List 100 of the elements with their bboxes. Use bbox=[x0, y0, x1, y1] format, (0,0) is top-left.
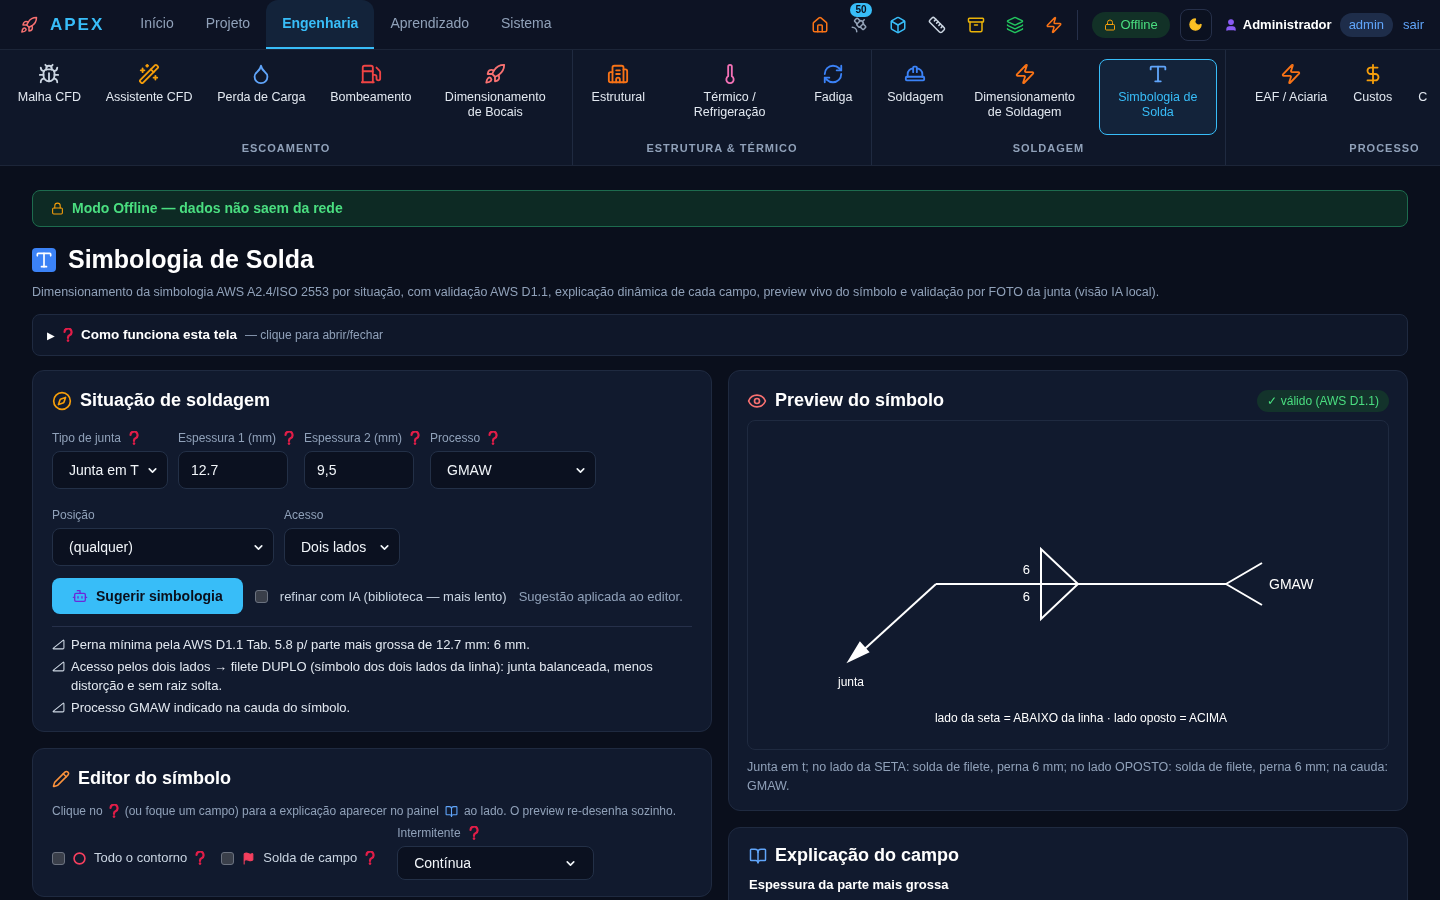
note-text: Acesso pelos dois lados → filete DUPLO (símbolo dos dois lados da linha): junta balanceada, menos distorção e sem raiz solta. bbox=[71, 658, 654, 696]
preview-caption: Junta em t; no lado da SETA: solda de filete, perna 6 mm; no lado OPOSTO: solda de filete, perna 6 mm; na cauda: GMAW. bbox=[747, 759, 1389, 796]
satellite-icon[interactable] bbox=[850, 15, 869, 34]
option-label: Solda de campo bbox=[263, 849, 358, 868]
field-label: Acesso bbox=[284, 507, 324, 525]
rocket-icon bbox=[484, 63, 507, 85]
user-icon bbox=[1223, 17, 1238, 32]
card-title: Editor do símbolo bbox=[78, 767, 231, 791]
field-label: Tipo de junta bbox=[52, 430, 121, 448]
input-field[interactable]: 12.7 bbox=[178, 451, 288, 490]
home-icon[interactable] bbox=[811, 15, 830, 34]
help-icon[interactable] bbox=[365, 851, 376, 865]
module-tile[interactable]: C bbox=[1411, 59, 1435, 135]
checkbox[interactable] bbox=[254, 589, 268, 603]
module-tile[interactable]: Malha CFD bbox=[10, 59, 88, 135]
module-tile[interactable]: Soldagem bbox=[880, 59, 951, 135]
layers-icon[interactable] bbox=[1006, 15, 1025, 34]
help-icon[interactable] bbox=[108, 804, 119, 819]
fuel-pump-icon bbox=[359, 63, 382, 85]
toggle-marker: ▶ bbox=[47, 328, 55, 343]
checkbox-label: refinar com IA (biblioteca — mais lento) bbox=[279, 587, 507, 606]
notification-badge: 50 bbox=[850, 2, 872, 17]
checkbox[interactable] bbox=[221, 851, 235, 865]
note-text: Processo GMAW indicado na cauda do símbolo. bbox=[71, 699, 351, 718]
help-icon[interactable] bbox=[63, 328, 73, 343]
moon-icon bbox=[1188, 17, 1204, 32]
module-tile[interactable]: Térmico / Refrigeração bbox=[663, 59, 796, 135]
refresh-icon bbox=[822, 63, 845, 85]
ruler-icon[interactable] bbox=[928, 15, 947, 34]
group-title: PROCESSO bbox=[1348, 141, 1421, 156]
module-tile[interactable]: Estrutural bbox=[584, 59, 653, 135]
compass-icon bbox=[52, 390, 72, 411]
suggest-button[interactable]: Sugerir simbologia bbox=[52, 578, 243, 615]
triangle-ruler-icon bbox=[52, 638, 65, 652]
select-field[interactable]: Contínua bbox=[397, 846, 595, 881]
wizard-icon bbox=[138, 63, 161, 85]
input-field[interactable]: 9,5 bbox=[304, 451, 415, 490]
hint-text: ao lado. O preview re-desenha sozinho. bbox=[463, 803, 677, 821]
group-title: ESTRUTURA & TÉRMICO bbox=[645, 141, 799, 156]
hint-text: (ou foque um campo) para a explicação aparecer no painel bbox=[124, 803, 439, 821]
nav-tab[interactable]: Engenharia bbox=[266, 0, 375, 49]
lock-icon bbox=[51, 202, 64, 215]
group-title: ESCOAMENTO bbox=[240, 141, 332, 156]
user-name: Administrador bbox=[1242, 15, 1332, 34]
arrow-label: junta bbox=[838, 675, 864, 690]
checkbox[interactable] bbox=[52, 851, 65, 865]
theme-toggle[interactable] bbox=[1179, 8, 1212, 41]
nav-tab[interactable]: Início bbox=[124, 0, 190, 49]
field-label: Processo bbox=[430, 430, 481, 448]
dimension-label: 6 bbox=[1022, 562, 1030, 578]
help-icon[interactable] bbox=[128, 431, 139, 446]
module-tile[interactable]: Fadiga bbox=[807, 59, 860, 135]
lightning-icon[interactable] bbox=[1045, 15, 1064, 34]
select-field[interactable]: Dois lados bbox=[284, 528, 400, 567]
help-icon[interactable] bbox=[284, 431, 295, 446]
page-description: Dimensionamento da simbologia AWS A2.4/ISO 2553 por situação, com validação AWS D1.1, explicação dinâmica de cada campo, preview vivo do símbolo e validação por FOTO da junta (visão IA local). bbox=[32, 283, 1161, 301]
validity-badge: ✓ válido (AWS D1.1) bbox=[1257, 389, 1389, 412]
help-icon[interactable] bbox=[195, 851, 206, 865]
dimension-label: 6 bbox=[1022, 589, 1030, 605]
module-tile[interactable]: Perda de Carga bbox=[210, 59, 313, 135]
select-field[interactable]: Junta em T bbox=[52, 451, 168, 490]
symbols-icon bbox=[32, 247, 56, 272]
nav-tab[interactable]: Projeto bbox=[189, 0, 267, 49]
process-label: GMAW bbox=[1269, 576, 1314, 593]
book-icon bbox=[749, 846, 767, 865]
nav-tab[interactable]: Aprendizado bbox=[374, 0, 485, 49]
select-field[interactable]: (qualquer) bbox=[52, 528, 274, 567]
circle-icon bbox=[73, 851, 86, 865]
option-label: Todo o contorno bbox=[94, 849, 188, 868]
select-field[interactable]: GMAW bbox=[430, 451, 597, 490]
module-tile[interactable]: EAF / Aciaria bbox=[1248, 59, 1335, 135]
card-title: Preview do símbolo bbox=[775, 389, 945, 413]
field-label: Posição bbox=[52, 507, 95, 525]
module-tile[interactable]: Simbologia de Solda bbox=[1098, 59, 1217, 135]
howto-expander[interactable]: ▶ Como funciona esta tela — clique para abrir/fechar bbox=[32, 314, 1408, 357]
field-label: Intermitente bbox=[397, 825, 461, 843]
robot-icon bbox=[72, 588, 88, 605]
brand-logo[interactable]: APEX bbox=[50, 11, 105, 38]
lightning-icon bbox=[1280, 63, 1303, 85]
help-icon[interactable] bbox=[488, 431, 499, 446]
card-title: Explicação do campo bbox=[775, 844, 960, 868]
module-tile[interactable]: Dimensionamento de Bocais bbox=[429, 59, 562, 135]
nav-tab[interactable]: Sistema bbox=[485, 0, 568, 49]
triangle-ruler-icon bbox=[52, 660, 65, 674]
group-title: SOLDAGEM bbox=[1011, 141, 1086, 156]
building-icon bbox=[607, 63, 630, 85]
help-icon[interactable] bbox=[410, 431, 421, 446]
role-badge: admin bbox=[1339, 12, 1394, 37]
lightning-icon bbox=[1013, 63, 1036, 85]
cabinet-icon[interactable] bbox=[967, 15, 986, 34]
module-tile[interactable]: Dimensionamento de Soldagem bbox=[958, 59, 1091, 135]
offline-badge: Offline bbox=[1092, 11, 1170, 38]
help-icon[interactable] bbox=[468, 826, 479, 841]
cube-icon[interactable] bbox=[889, 15, 908, 34]
triangle-ruler-icon bbox=[52, 701, 65, 715]
module-tile[interactable]: Bombeamento bbox=[323, 59, 419, 135]
module-tile[interactable]: Custos bbox=[1346, 59, 1400, 135]
logout-link[interactable]: sair bbox=[1403, 14, 1424, 35]
page-title: Simbologia de Solda bbox=[68, 244, 314, 275]
module-tile[interactable]: Assistente CFD bbox=[98, 59, 200, 135]
